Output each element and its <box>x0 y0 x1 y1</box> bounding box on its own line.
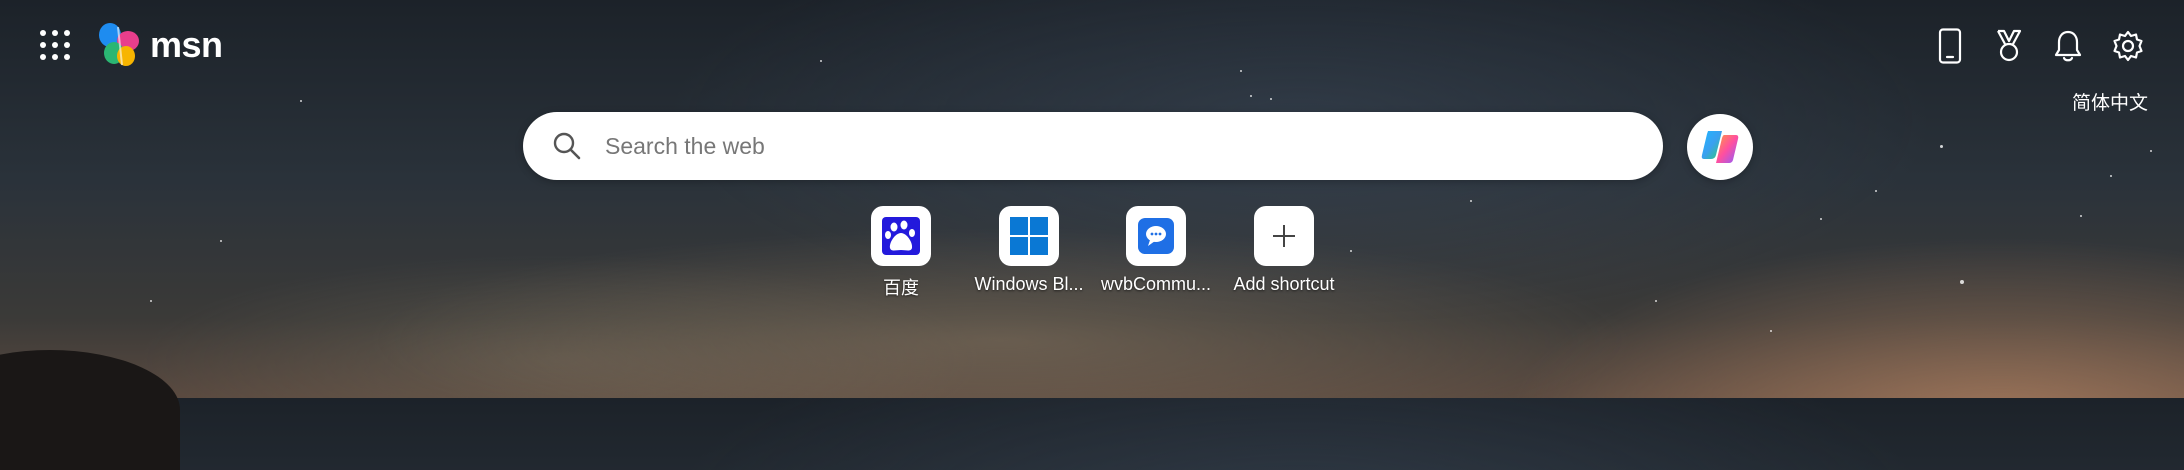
notifications-bell-icon <box>2054 30 2082 62</box>
search-input[interactable] <box>603 115 1663 177</box>
shortcut-label: Windows Bl... <box>974 274 1084 294</box>
plus-icon <box>1273 225 1295 247</box>
settings-button[interactable] <box>2106 24 2150 68</box>
rewards-button[interactable] <box>1987 24 2031 68</box>
add-shortcut-button[interactable]: Add shortcut <box>1224 206 1344 295</box>
shortcut-windows-blog[interactable]: Windows Bl... <box>969 206 1089 295</box>
apps-launcher-button[interactable] <box>40 30 70 60</box>
shortcut-tile <box>871 206 931 266</box>
shortcut-tile <box>1254 206 1314 266</box>
msn-logo[interactable]: msn <box>96 20 223 70</box>
search-bar[interactable] <box>523 112 1663 180</box>
rewards-trophy-icon <box>1997 29 2022 62</box>
phone-icon <box>1938 28 1962 64</box>
mountain-silhouette <box>0 350 180 470</box>
shortcut-tile <box>999 206 1059 266</box>
copilot-icon <box>1701 131 1739 163</box>
shortcut-wvb-community[interactable]: wvbCommu... <box>1096 206 1216 295</box>
shortcut-baidu[interactable]: 百度 <box>841 206 961 300</box>
shortcut-label: 百度 <box>883 278 919 298</box>
search-icon <box>553 132 581 160</box>
baidu-icon <box>882 217 920 255</box>
msn-butterfly-icon <box>99 23 139 66</box>
brand-name: msn <box>150 24 223 65</box>
shortcut-tile <box>1126 206 1186 266</box>
apps-launcher-icon <box>40 30 46 36</box>
settings-gear-icon <box>2113 30 2143 62</box>
chat-bubble-icon <box>1138 218 1174 254</box>
windows-icon <box>1010 217 1048 255</box>
shortcut-label: Add shortcut <box>1233 274 1335 294</box>
language-selector[interactable]: 简体中文 <box>2072 88 2148 115</box>
notifications-button[interactable] <box>2046 24 2090 68</box>
shortcut-label: wvbCommu... <box>1100 274 1212 294</box>
copilot-button[interactable] <box>1687 114 1753 180</box>
phone-button[interactable] <box>1928 24 1972 68</box>
